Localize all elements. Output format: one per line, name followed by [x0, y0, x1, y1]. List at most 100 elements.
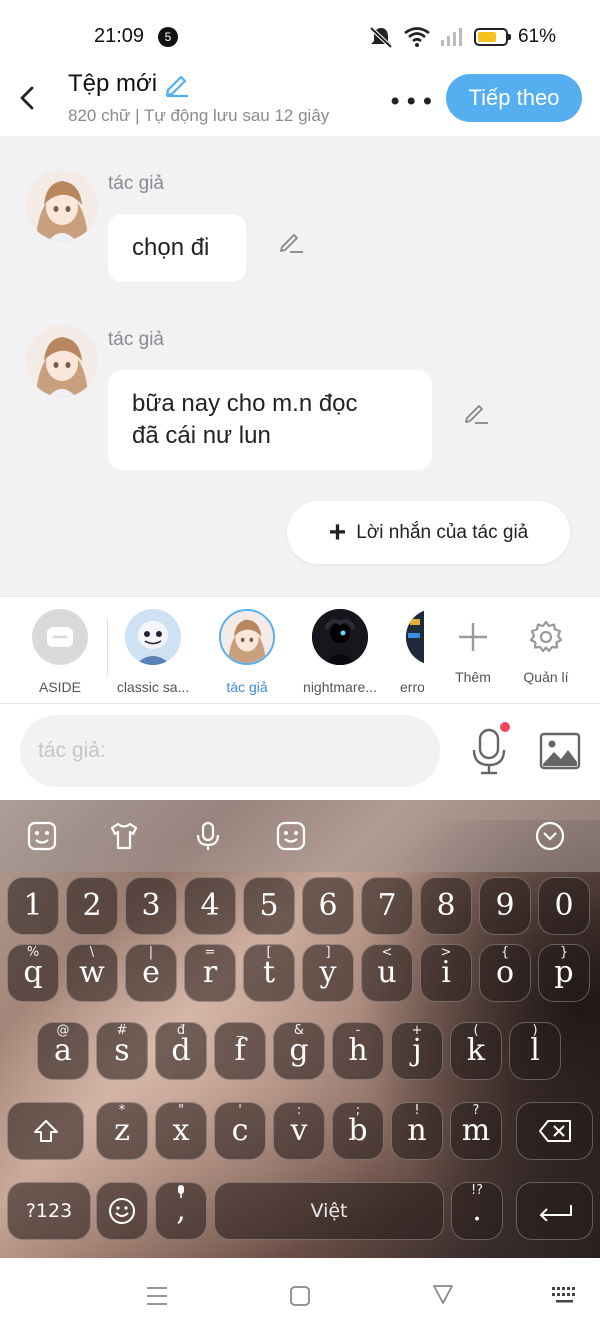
author-avatar-icon [26, 325, 98, 397]
page-title[interactable]: Tệp mới [68, 70, 191, 98]
character-aside[interactable]: ASIDE [15, 609, 105, 695]
key-secondary-symbol: } [559, 945, 569, 960]
key-t[interactable]: [t [243, 944, 295, 1002]
key-z[interactable]: * z [96, 1102, 148, 1160]
key-k[interactable]: (k [450, 1022, 502, 1080]
key-6[interactable]: 6 [302, 877, 354, 935]
character-error[interactable]: erro [388, 609, 424, 695]
key-secondary-symbol: \ [89, 945, 95, 960]
key-q[interactable]: % q [7, 944, 59, 1002]
key-label: ?123 [25, 1200, 73, 1222]
image-icon[interactable] [539, 732, 581, 770]
key-a[interactable]: @ a [37, 1022, 89, 1080]
message-bubble[interactable]: chọn đi [108, 214, 246, 282]
character-nightmare[interactable]: nightmare... [295, 609, 385, 695]
plus-icon [459, 623, 487, 651]
key-5[interactable]: 5 [243, 877, 295, 935]
key-w[interactable]: \ w [66, 944, 118, 1002]
back-triangle-icon[interactable] [431, 1282, 455, 1306]
character-strip: ASIDE classic sa... tác giả nightmare...… [0, 596, 600, 704]
key-8[interactable]: 8 [420, 877, 472, 935]
period-key[interactable]: !?. [451, 1182, 503, 1240]
character-classic-sans[interactable]: classic sa... [108, 609, 198, 695]
key-h[interactable]: -h [332, 1022, 384, 1080]
key-e[interactable]: | e [125, 944, 177, 1002]
edit-message-icon[interactable] [463, 399, 489, 425]
key-2[interactable]: 2 [66, 877, 118, 935]
key-secondary-symbol: ' [238, 1103, 242, 1118]
back-arrow-icon[interactable] [14, 84, 42, 112]
character-author-selected[interactable]: tác giả [202, 609, 292, 695]
emoji-key[interactable] [96, 1182, 148, 1240]
voice-input-icon[interactable] [192, 820, 224, 852]
shift-key[interactable] [7, 1102, 84, 1160]
battery-percent: 61% [517, 26, 556, 47]
key-7[interactable]: 7 [361, 877, 413, 935]
key-3[interactable]: 3 [125, 877, 177, 935]
keyboard-switch-icon[interactable] [551, 1284, 579, 1308]
key-v[interactable]: :v [273, 1102, 325, 1160]
key-secondary-symbol: [ [266, 945, 272, 960]
key-o[interactable]: {o [479, 944, 531, 1002]
message-input[interactable] [20, 715, 440, 787]
key-secondary-symbol: : [296, 1103, 302, 1118]
key-9[interactable]: 9 [479, 877, 531, 935]
status-time: 21:09 [94, 25, 145, 47]
key-n[interactable]: ! n [391, 1102, 443, 1160]
key-secondary-symbol: _ [236, 1023, 244, 1038]
key-b[interactable]: ; b [332, 1102, 384, 1160]
keyboard-toolbar [0, 800, 600, 872]
key-x[interactable]: " x [155, 1102, 207, 1160]
key-l[interactable]: ) l [509, 1022, 561, 1080]
key-s[interactable]: # s [96, 1022, 148, 1080]
key-0[interactable]: 0 [538, 877, 590, 935]
key-g[interactable]: & g [273, 1022, 325, 1080]
microphone-icon[interactable] [470, 728, 508, 776]
sticker-icon[interactable] [26, 820, 58, 852]
home-icon[interactable] [288, 1284, 312, 1308]
author-note-button[interactable]: + Lời nhắn của tác giả [287, 501, 570, 564]
theme-shirt-icon[interactable] [108, 820, 140, 852]
message-author: tác giả [108, 173, 164, 194]
key-label [538, 1116, 572, 1151]
enter-key[interactable] [516, 1182, 593, 1240]
edit-message-icon[interactable] [278, 228, 304, 254]
backspace-key[interactable] [516, 1102, 593, 1160]
key-f[interactable]: _ f [214, 1022, 266, 1080]
key-4[interactable]: 4 [184, 877, 236, 935]
avatar[interactable] [26, 325, 98, 397]
key-label: 5 [259, 888, 279, 923]
character-label: nightmare... [303, 679, 377, 695]
collapse-keyboard-icon[interactable] [534, 820, 566, 852]
next-button[interactable]: Tiếp theo [446, 74, 582, 122]
key-c[interactable]: ' c [214, 1102, 266, 1160]
key-p[interactable]: } p [538, 944, 590, 1002]
on-screen-keyboard: 1 2 3 4 5 6 7 8 9 0 % q \ w | e = r[t] y < u > i{o} p @ a # s đ d _ f & g… [0, 800, 600, 1258]
key-r[interactable]: = r [184, 944, 236, 1002]
key-y[interactable]: ] y [302, 944, 354, 1002]
key-u[interactable]: < u [361, 944, 413, 1002]
key-j[interactable]: + j [391, 1022, 443, 1080]
battery-icon [473, 28, 511, 46]
comma-key[interactable]: , [155, 1182, 207, 1240]
emoji-icon[interactable] [275, 820, 307, 852]
space-key[interactable]: Việt [214, 1182, 444, 1240]
page-title-text: Tệp mới [68, 70, 158, 97]
key-secondary-symbol: @ [56, 1023, 70, 1038]
menu-icon[interactable] [145, 1284, 169, 1308]
key-d[interactable]: đd [155, 1022, 207, 1080]
error-avatar [406, 609, 424, 665]
symbols-key[interactable]: ?123 [7, 1182, 91, 1240]
key-secondary-symbol: + [411, 1023, 423, 1038]
key-i[interactable]: > i [420, 944, 472, 1002]
key-secondary-symbol: = [204, 945, 216, 960]
key-1[interactable]: 1 [7, 877, 59, 935]
message-bubble[interactable]: bữa nay cho m.n đọc đã cái nư lun [108, 370, 432, 470]
more-options-icon[interactable]: ••• [388, 88, 436, 116]
edit-title-icon[interactable] [163, 70, 191, 98]
avatar[interactable] [26, 169, 98, 241]
manage-characters-button[interactable]: Quản lí [501, 609, 591, 685]
key-m[interactable]: ? m [450, 1102, 502, 1160]
emoji-icon [109, 1198, 135, 1224]
key-label: 0 [554, 888, 574, 923]
